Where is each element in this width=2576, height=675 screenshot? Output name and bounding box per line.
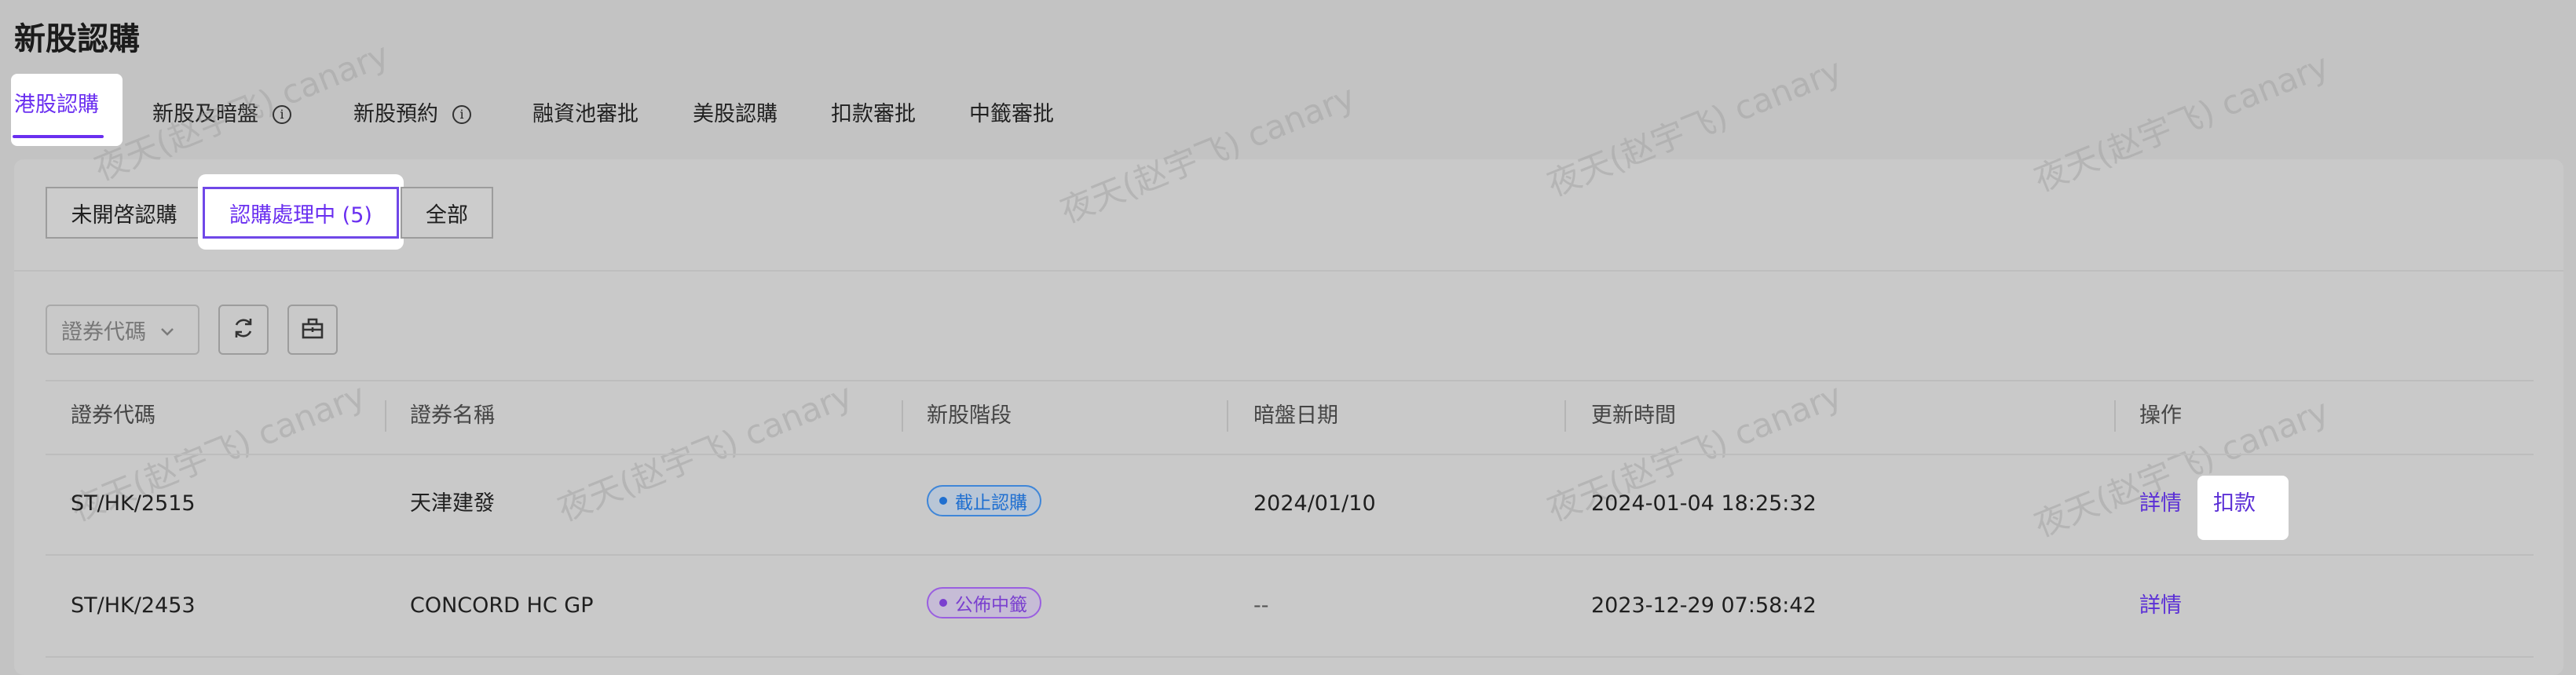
tab-financing-pool-approval[interactable]: 融資池審批: [532, 82, 639, 148]
cell-name: CONCORD HC GP: [410, 593, 594, 618]
row-divider: [46, 554, 2534, 556]
active-tab-indicator: [13, 135, 104, 138]
column-header-name: 證券名稱: [410, 403, 495, 428]
table-top-border: [46, 380, 2534, 381]
status-dot: [939, 497, 947, 505]
column-header-actions: 操作: [2139, 403, 2182, 428]
tab-label: 新股預約: [353, 102, 438, 126]
tab-hk-ipo[interactable]: 港股認購: [11, 74, 123, 146]
tab-us-ipo[interactable]: 美股認購: [693, 82, 778, 148]
column-header-updated: 更新時間: [1591, 403, 1676, 428]
page-title: 新股認購: [14, 21, 140, 57]
tab-label: 美股認購: [693, 102, 778, 126]
cell-name: 天津建發: [410, 491, 495, 516]
column-header-code: 證券代碼: [71, 403, 156, 428]
export-button[interactable]: [287, 305, 338, 355]
column-header-stage: 新股階段: [927, 403, 1012, 428]
details-link[interactable]: 詳情: [2139, 590, 2182, 622]
segment-not-open[interactable]: 未開啓認購: [46, 187, 203, 239]
divider: [14, 270, 2563, 272]
column-separator: [1564, 400, 1566, 432]
cell-code: ST/HK/2453: [71, 593, 196, 618]
info-icon[interactable]: i: [452, 105, 471, 124]
column-separator: [2114, 400, 2116, 432]
column-separator: [902, 400, 903, 432]
tab-allotment-approval[interactable]: 中籤審批: [969, 82, 1054, 148]
tab-label: 新股及暗盤: [152, 102, 258, 126]
status-dot: [939, 599, 947, 607]
cell-grey-date: 2024/01/10: [1253, 491, 1376, 516]
column-header-grey-date: 暗盤日期: [1253, 403, 1338, 428]
chevron-down-icon: [160, 318, 174, 342]
column-separator: [385, 400, 386, 432]
segment-all[interactable]: 全部: [401, 187, 493, 239]
tab-new-ipo-grey-market[interactable]: 新股及暗盤 i: [152, 82, 291, 148]
info-icon[interactable]: i: [273, 105, 291, 124]
deduct-link[interactable]: 扣款: [2213, 488, 2256, 520]
row-divider: [46, 656, 2534, 658]
column-separator: [1227, 400, 1228, 432]
cell-code: ST/HK/2515: [71, 491, 196, 516]
table-header-border: [46, 454, 2534, 455]
cell-updated: 2023-12-29 07:58:42: [1591, 593, 1817, 618]
tab-ipo-reservation[interactable]: 新股預約 i: [353, 82, 471, 148]
details-link[interactable]: 詳情: [2139, 488, 2182, 520]
tab-label: 融資池審批: [532, 102, 639, 126]
status-badge: 截止認購: [927, 485, 1041, 516]
cell-grey-date: --: [1253, 593, 1269, 618]
select-placeholder: 證券代碼: [61, 319, 146, 345]
cell-updated: 2024-01-04 18:25:32: [1591, 491, 1817, 516]
status-badge: 公佈中籤: [927, 587, 1041, 618]
tab-label: 扣款審批: [831, 102, 916, 126]
segment-processing[interactable]: 認購處理中 (5): [203, 187, 399, 239]
refresh-button[interactable]: [218, 305, 269, 355]
security-code-select[interactable]: 證券代碼: [46, 305, 199, 355]
refresh-icon: [231, 316, 256, 344]
tab-label: 港股認購: [14, 93, 99, 117]
tab-deduction-approval[interactable]: 扣款審批: [831, 82, 916, 148]
export-icon: [300, 316, 325, 344]
tab-label: 中籤審批: [969, 102, 1054, 126]
